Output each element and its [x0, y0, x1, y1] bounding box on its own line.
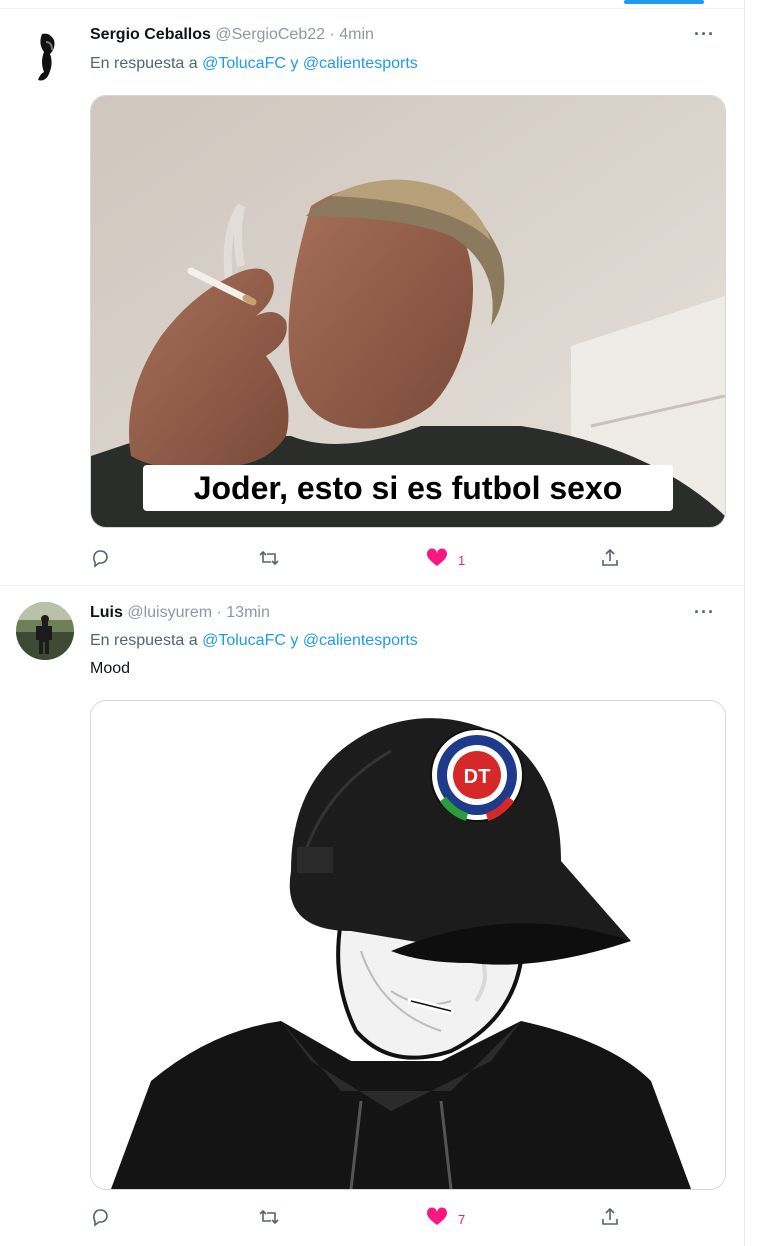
- svg-text:DT: DT: [464, 766, 491, 788]
- share-button[interactable]: [600, 1207, 620, 1232]
- tweet-media-image[interactable]: Joder, esto si es futbol sexo: [90, 95, 726, 528]
- like-icon: [426, 547, 448, 573]
- author-name[interactable]: Luis: [90, 604, 123, 621]
- reply-context: En respuesta a @TolucaFC y @calientespor…: [90, 55, 418, 73]
- mention-link[interactable]: @TolucaFC: [202, 55, 286, 72]
- more-icon[interactable]: ···: [694, 24, 715, 45]
- reply-icon: [90, 548, 110, 573]
- reply-context: En respuesta a @TolucaFC y @calientespor…: [90, 632, 418, 650]
- like-button[interactable]: 1: [426, 547, 466, 573]
- like-count: 7: [458, 1211, 466, 1227]
- reply-button[interactable]: [90, 549, 110, 571]
- tweet-media-image[interactable]: DT: [90, 700, 726, 1190]
- mention-link[interactable]: @calientesports: [303, 632, 418, 649]
- timeline-border: [744, 0, 745, 1246]
- top-divider: [0, 8, 744, 9]
- author-handle[interactable]: @luisyurem: [127, 604, 212, 621]
- mention-joiner: y: [290, 55, 299, 72]
- timestamp[interactable]: · 4min: [329, 26, 373, 43]
- tweet-text: Mood: [90, 660, 131, 677]
- like-button[interactable]: 7: [426, 1206, 466, 1232]
- retweet-icon: [258, 548, 280, 573]
- avatar[interactable]: [16, 602, 74, 660]
- timestamp[interactable]: · 13min: [217, 604, 270, 621]
- share-icon: [600, 1207, 620, 1232]
- mention-link[interactable]: @calientesports: [303, 55, 418, 72]
- tweet-header: Luis @luisyurem · 13min: [90, 604, 270, 622]
- more-icon[interactable]: ···: [694, 602, 715, 623]
- like-icon: [426, 1206, 448, 1232]
- mention-joiner: y: [290, 632, 299, 649]
- tweet[interactable]: Sergio Ceballos @SergioCeb22 · 4min ··· …: [0, 10, 744, 586]
- author-name[interactable]: Sergio Ceballos: [90, 26, 211, 43]
- active-tab-indicator: [624, 0, 704, 4]
- share-button[interactable]: [600, 548, 620, 573]
- avatar[interactable]: [16, 28, 74, 86]
- share-icon: [600, 548, 620, 573]
- author-handle[interactable]: @SergioCeb22: [215, 26, 325, 43]
- retweet-button[interactable]: [258, 1208, 280, 1230]
- reply-button[interactable]: [90, 1208, 110, 1230]
- tweet-actions: 1: [90, 547, 650, 573]
- like-count: 1: [458, 552, 466, 568]
- reply-prefix: En respuesta a: [90, 55, 198, 72]
- tweet-actions: 7: [90, 1206, 650, 1232]
- mention-link[interactable]: @TolucaFC: [202, 632, 286, 649]
- reply-prefix: En respuesta a: [90, 632, 198, 649]
- retweet-button[interactable]: [258, 549, 280, 571]
- media-drawing: DT: [91, 701, 725, 1189]
- tweet[interactable]: Luis @luisyurem · 13min ··· En respuesta…: [0, 586, 744, 1246]
- meme-caption: Joder, esto si es futbol sexo: [143, 465, 673, 511]
- reply-icon: [90, 1207, 110, 1232]
- retweet-icon: [258, 1207, 280, 1232]
- media-photo: [91, 96, 725, 527]
- tweet-header: Sergio Ceballos @SergioCeb22 · 4min: [90, 26, 374, 44]
